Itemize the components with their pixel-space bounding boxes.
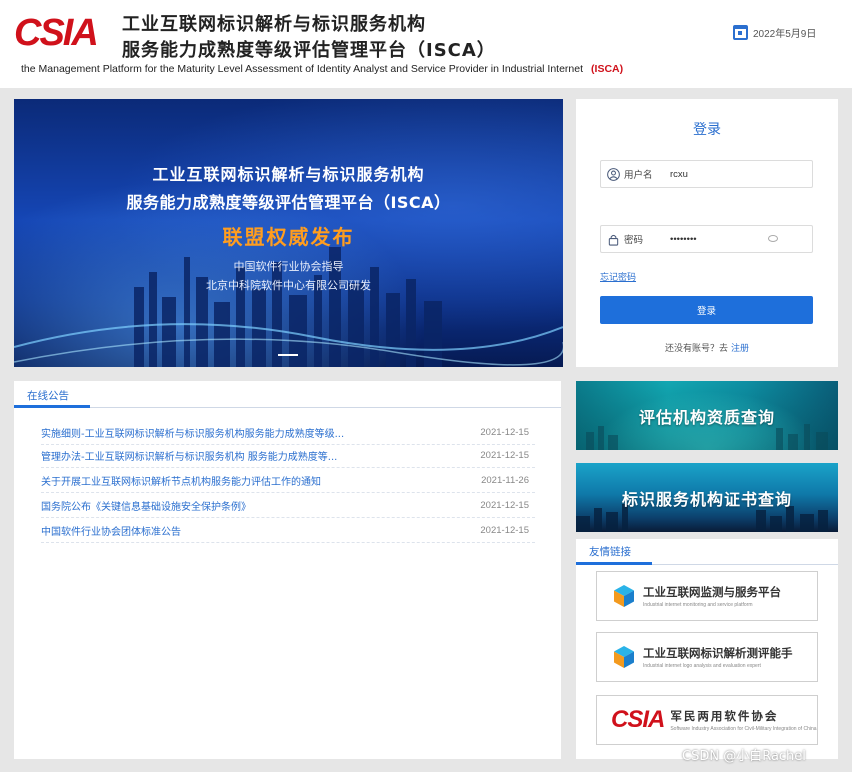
friend-link-subtitle: Industrial internet logo analysis and ev… — [643, 663, 761, 669]
password-field[interactable]: 密码 •••••••• — [600, 225, 813, 253]
hero-banner[interactable]: 工业互联网标识解析与标识服务机构 服务能力成熟度等级评估管理平台（ISCA） 联… — [14, 99, 563, 367]
notice-title[interactable]: 中国软件行业协会团体标准公告 — [41, 523, 181, 538]
banner-subtitle-2: 北京中科院软件中心有限公司研发 — [206, 279, 371, 292]
friend-link-title: 工业互联网标识解析测评能手 — [643, 646, 793, 660]
friend-link-software-association[interactable]: CSIA 军民两用软件协会 Software Industry Associat… — [596, 695, 818, 745]
csdn-watermark: CSDN @小白Rachel — [682, 749, 806, 764]
notice-row[interactable]: 管理办法-工业互联网标识解析与标识服务机构 服务能力成熟度等... 2021-1… — [41, 443, 535, 468]
page-header: CSIA 工业互联网标识解析与标识服务机构 服务能力成熟度等级评估管理平台（IS… — [0, 0, 852, 88]
friend-link-evaluation-expert[interactable]: 工业互联网标识解析测评能手 Industrial internet logo a… — [596, 632, 818, 682]
certificate-query-label: 标识服务机构证书查询 — [621, 489, 792, 509]
notice-title[interactable]: 管理办法-工业互联网标识解析与标识服务机构 服务能力成熟度等... — [41, 448, 337, 463]
friend-link-title: 军民两用软件协会 — [670, 709, 779, 723]
register-link[interactable]: 注册 — [731, 344, 749, 354]
notice-row[interactable]: 实施细则-工业互联网标识解析与标识服务机构服务能力成熟度等级... 2021-1… — [41, 420, 535, 445]
banner-highlight: 联盟权威发布 — [222, 225, 355, 249]
login-title: 登录 — [693, 122, 721, 138]
username-field[interactable]: 用户名 rcxu — [600, 160, 813, 188]
username-value[interactable]: rcxu — [670, 169, 688, 180]
notice-header — [14, 381, 561, 408]
password-label: 密码 — [624, 235, 644, 246]
notice-row[interactable]: 关于开展工业互联网标识解析节点机构服务能力评估工作的通知 2021-11-26 — [41, 468, 535, 493]
calendar-icon — [733, 25, 748, 40]
qualification-query-label: 评估机构资质查询 — [638, 407, 775, 427]
cube-logo-icon — [614, 585, 634, 607]
banner-title-line2: 服务能力成熟度等级评估管理平台（ISCA） — [126, 193, 451, 212]
password-value[interactable]: •••••••• — [670, 234, 697, 245]
tab-divider — [652, 564, 838, 565]
friend-link-monitoring-platform[interactable]: 工业互联网监测与服务平台 Industrial internet monitor… — [596, 571, 818, 621]
cube-logo-icon — [614, 646, 634, 668]
notice-date: 2021-12-15 — [480, 524, 529, 536]
friend-link-subtitle: Industrial internet monitoring and servi… — [643, 602, 753, 608]
forgot-password-link[interactable]: 忘记密码 — [600, 270, 636, 283]
register-prompt: 还没有账号？去 注册 — [665, 344, 749, 354]
notice-date: 2021-11-26 — [481, 474, 529, 486]
qualification-query-banner[interactable]: 评估机构资质查询 — [576, 381, 838, 450]
csia-logo[interactable]: CSIA — [14, 12, 102, 54]
notice-date: 2021-12-15 — [480, 426, 529, 438]
show-password-eye-icon[interactable] — [768, 235, 778, 242]
login-button[interactable]: 登录 — [600, 296, 813, 324]
tab-online-notice[interactable]: 在线公告 — [14, 381, 90, 408]
notice-row[interactable]: 中国软件行业协会团体标准公告 2021-12-15 — [41, 518, 535, 543]
date-display: 2022年5月9日 — [733, 25, 816, 40]
friend-links-panel: 友情链接 工业互联网监测与服务平台 Industrial internet mo… — [576, 539, 838, 759]
notice-date: 2021-12-15 — [480, 449, 529, 461]
tab-friend-links[interactable]: 友情链接 — [576, 539, 652, 565]
certificate-query-banner[interactable]: 标识服务机构证书查询 — [576, 463, 838, 532]
csia-small-logo: CSIA — [611, 706, 665, 733]
carousel-indicator[interactable] — [278, 354, 298, 356]
current-date: 2022年5月9日 — [753, 29, 817, 40]
user-icon — [607, 167, 620, 181]
banner-subtitle-1: 中国软件行业协会指导 — [233, 260, 344, 273]
platform-title-line2: 服务能力成熟度等级评估管理平台（ISCA） — [122, 40, 496, 61]
notice-title[interactable]: 国务院公布《关键信息基础设施安全保护条例》 — [41, 498, 251, 513]
platform-title-en: the Management Platform for the Maturity… — [21, 63, 624, 75]
notice-title[interactable]: 关于开展工业互联网标识解析节点机构服务能力评估工作的通知 — [41, 473, 321, 488]
online-notice-panel: 在线公告 实施细则-工业互联网标识解析与标识服务机构服务能力成熟度等级... 2… — [14, 381, 561, 759]
platform-title-line1: 工业互联网标识解析与标识服务机构 — [122, 14, 426, 35]
notice-row[interactable]: 国务院公布《关键信息基础设施安全保护条例》 2021-12-15 — [41, 493, 535, 518]
login-panel: 登录 用户名 rcxu 密码 •••••••• 忘记密码 登录 还没有账号？去 … — [576, 99, 838, 367]
notice-date: 2021-12-15 — [480, 499, 529, 511]
friend-link-title: 工业互联网监测与服务平台 — [643, 585, 781, 599]
lock-icon — [608, 234, 619, 246]
friend-link-subtitle: Software Industry Association for Civil-… — [670, 726, 817, 732]
banner-title-line1: 工业互联网标识解析与标识服务机构 — [152, 165, 425, 184]
username-label: 用户名 — [624, 170, 653, 181]
notice-title[interactable]: 实施细则-工业互联网标识解析与标识服务机构服务能力成熟度等级... — [41, 425, 344, 440]
